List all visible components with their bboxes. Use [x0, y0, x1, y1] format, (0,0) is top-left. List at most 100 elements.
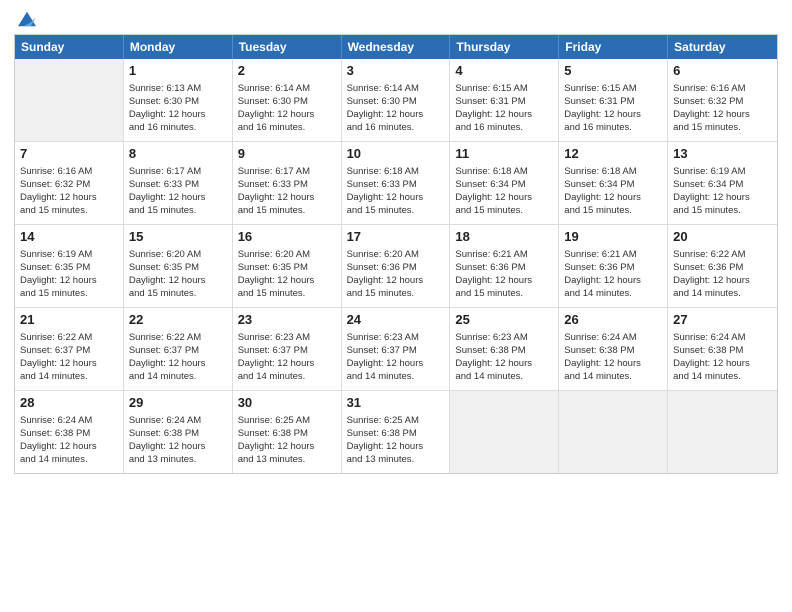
calendar-cell: 9 Sunrise: 6:17 AM Sunset: 6:33 PM Daylig… [233, 142, 342, 224]
calendar-cell: 26 Sunrise: 6:24 AM Sunset: 6:38 PM Dayli… [559, 308, 668, 390]
calendar-week-row: 28 Sunrise: 6:24 AM Sunset: 6:38 PM Dayli… [15, 391, 777, 473]
day-number: 21 [20, 311, 118, 329]
calendar-week-row: 7Sunrise: 6:16 AM Sunset: 6:32 PM Daylig… [15, 142, 777, 225]
day-number: 15 [129, 228, 227, 246]
calendar-header-cell: Tuesday [233, 35, 342, 59]
calendar-cell: 17 Sunrise: 6:20 AM Sunset: 6:36 PM Dayli… [342, 225, 451, 307]
day-number: 17 [347, 228, 445, 246]
calendar-cell: 13 Sunrise: 6:19 AM Sunset: 6:34 PM Dayli… [668, 142, 777, 224]
calendar-cell: 22Sunrise: 6:22 AM Sunset: 6:37 PM Dayli… [124, 308, 233, 390]
calendar-cell: 27 Sunrise: 6:24 AM Sunset: 6:38 PM Dayli… [668, 308, 777, 390]
cell-info: Sunrise: 6:21 AM Sunset: 6:36 PM Dayligh… [455, 248, 553, 301]
day-number: 23 [238, 311, 336, 329]
calendar-header-cell: Wednesday [342, 35, 451, 59]
calendar-cell: 6 Sunrise: 6:16 AM Sunset: 6:32 PM Daylig… [668, 59, 777, 141]
cell-info: Sunrise: 6:15 AM Sunset: 6:31 PM Dayligh… [564, 82, 662, 135]
day-number: 30 [238, 394, 336, 412]
day-number: 20 [673, 228, 772, 246]
calendar-cell: 4 Sunrise: 6:15 AM Sunset: 6:31 PM Daylig… [450, 59, 559, 141]
day-number: 29 [129, 394, 227, 412]
cell-info: Sunrise: 6:22 AM Sunset: 6:37 PM Dayligh… [20, 331, 118, 384]
cell-info: Sunrise: 6:18 AM Sunset: 6:33 PM Dayligh… [347, 165, 445, 218]
calendar-cell: 18 Sunrise: 6:21 AM Sunset: 6:36 PM Dayli… [450, 225, 559, 307]
day-number: 14 [20, 228, 118, 246]
day-number: 18 [455, 228, 553, 246]
calendar-header-row: SundayMondayTuesdayWednesdayThursdayFrid… [15, 35, 777, 59]
day-number: 10 [347, 145, 445, 163]
cell-info: Sunrise: 6:24 AM Sunset: 6:38 PM Dayligh… [564, 331, 662, 384]
logo-icon [18, 10, 36, 28]
cell-info: Sunrise: 6:22 AM Sunset: 6:36 PM Dayligh… [673, 248, 772, 301]
calendar-cell [559, 391, 668, 473]
calendar-cell: 12Sunrise: 6:18 AM Sunset: 6:34 PM Dayli… [559, 142, 668, 224]
cell-info: Sunrise: 6:24 AM Sunset: 6:38 PM Dayligh… [673, 331, 772, 384]
calendar-cell: 11Sunrise: 6:18 AM Sunset: 6:34 PM Dayli… [450, 142, 559, 224]
cell-info: Sunrise: 6:20 AM Sunset: 6:36 PM Dayligh… [347, 248, 445, 301]
cell-info: Sunrise: 6:16 AM Sunset: 6:32 PM Dayligh… [20, 165, 118, 218]
calendar-cell: 15 Sunrise: 6:20 AM Sunset: 6:35 PM Dayli… [124, 225, 233, 307]
calendar-cell: 25 Sunrise: 6:23 AM Sunset: 6:38 PM Dayli… [450, 308, 559, 390]
day-number: 25 [455, 311, 553, 329]
header [0, 0, 792, 34]
cell-info: Sunrise: 6:19 AM Sunset: 6:34 PM Dayligh… [673, 165, 772, 218]
cell-info: Sunrise: 6:20 AM Sunset: 6:35 PM Dayligh… [129, 248, 227, 301]
day-number: 13 [673, 145, 772, 163]
day-number: 6 [673, 62, 772, 80]
day-number: 24 [347, 311, 445, 329]
cell-info: Sunrise: 6:13 AM Sunset: 6:30 PM Dayligh… [129, 82, 227, 135]
calendar-cell: 7Sunrise: 6:16 AM Sunset: 6:32 PM Daylig… [15, 142, 124, 224]
cell-info: Sunrise: 6:23 AM Sunset: 6:37 PM Dayligh… [347, 331, 445, 384]
calendar-header-cell: Friday [559, 35, 668, 59]
day-number: 3 [347, 62, 445, 80]
cell-info: Sunrise: 6:17 AM Sunset: 6:33 PM Dayligh… [238, 165, 336, 218]
calendar-cell: 29 Sunrise: 6:24 AM Sunset: 6:38 PM Dayli… [124, 391, 233, 473]
calendar-cell [15, 59, 124, 141]
day-number: 1 [129, 62, 227, 80]
calendar-cell: 19 Sunrise: 6:21 AM Sunset: 6:36 PM Dayli… [559, 225, 668, 307]
calendar-cell: 23Sunrise: 6:23 AM Sunset: 6:37 PM Dayli… [233, 308, 342, 390]
calendar-header-cell: Sunday [15, 35, 124, 59]
calendar-cell: 20 Sunrise: 6:22 AM Sunset: 6:36 PM Dayli… [668, 225, 777, 307]
day-number: 28 [20, 394, 118, 412]
cell-info: Sunrise: 6:25 AM Sunset: 6:38 PM Dayligh… [347, 414, 445, 467]
cell-info: Sunrise: 6:15 AM Sunset: 6:31 PM Dayligh… [455, 82, 553, 135]
cell-info: Sunrise: 6:16 AM Sunset: 6:32 PM Dayligh… [673, 82, 772, 135]
calendar-cell: 8Sunrise: 6:17 AM Sunset: 6:33 PM Daylig… [124, 142, 233, 224]
calendar-cell: 5 Sunrise: 6:15 AM Sunset: 6:31 PM Daylig… [559, 59, 668, 141]
cell-info: Sunrise: 6:18 AM Sunset: 6:34 PM Dayligh… [455, 165, 553, 218]
calendar-header-cell: Thursday [450, 35, 559, 59]
cell-info: Sunrise: 6:22 AM Sunset: 6:37 PM Dayligh… [129, 331, 227, 384]
calendar-week-row: 21 Sunrise: 6:22 AM Sunset: 6:37 PM Dayli… [15, 308, 777, 391]
day-number: 4 [455, 62, 553, 80]
day-number: 31 [347, 394, 445, 412]
cell-info: Sunrise: 6:24 AM Sunset: 6:38 PM Dayligh… [129, 414, 227, 467]
calendar-cell: 1 Sunrise: 6:13 AM Sunset: 6:30 PM Daylig… [124, 59, 233, 141]
day-number: 19 [564, 228, 662, 246]
day-number: 26 [564, 311, 662, 329]
calendar-body: 1 Sunrise: 6:13 AM Sunset: 6:30 PM Daylig… [15, 59, 777, 473]
cell-info: Sunrise: 6:20 AM Sunset: 6:35 PM Dayligh… [238, 248, 336, 301]
cell-info: Sunrise: 6:24 AM Sunset: 6:38 PM Dayligh… [20, 414, 118, 467]
cell-info: Sunrise: 6:21 AM Sunset: 6:36 PM Dayligh… [564, 248, 662, 301]
calendar-cell: 28 Sunrise: 6:24 AM Sunset: 6:38 PM Dayli… [15, 391, 124, 473]
calendar-cell: 10 Sunrise: 6:18 AM Sunset: 6:33 PM Dayli… [342, 142, 451, 224]
calendar: SundayMondayTuesdayWednesdayThursdayFrid… [14, 34, 778, 474]
page: SundayMondayTuesdayWednesdayThursdayFrid… [0, 0, 792, 612]
calendar-week-row: 1 Sunrise: 6:13 AM Sunset: 6:30 PM Daylig… [15, 59, 777, 142]
cell-info: Sunrise: 6:18 AM Sunset: 6:34 PM Dayligh… [564, 165, 662, 218]
day-number: 27 [673, 311, 772, 329]
day-number: 16 [238, 228, 336, 246]
calendar-cell: 21 Sunrise: 6:22 AM Sunset: 6:37 PM Dayli… [15, 308, 124, 390]
calendar-cell: 3Sunrise: 6:14 AM Sunset: 6:30 PM Daylig… [342, 59, 451, 141]
cell-info: Sunrise: 6:23 AM Sunset: 6:38 PM Dayligh… [455, 331, 553, 384]
day-number: 8 [129, 145, 227, 163]
calendar-cell [450, 391, 559, 473]
day-number: 5 [564, 62, 662, 80]
calendar-cell: 14Sunrise: 6:19 AM Sunset: 6:35 PM Dayli… [15, 225, 124, 307]
cell-info: Sunrise: 6:14 AM Sunset: 6:30 PM Dayligh… [238, 82, 336, 135]
calendar-cell: 30Sunrise: 6:25 AM Sunset: 6:38 PM Dayli… [233, 391, 342, 473]
calendar-cell: 16 Sunrise: 6:20 AM Sunset: 6:35 PM Dayli… [233, 225, 342, 307]
day-number: 9 [238, 145, 336, 163]
calendar-cell: 31 Sunrise: 6:25 AM Sunset: 6:38 PM Dayli… [342, 391, 451, 473]
calendar-cell: 24 Sunrise: 6:23 AM Sunset: 6:37 PM Dayli… [342, 308, 451, 390]
